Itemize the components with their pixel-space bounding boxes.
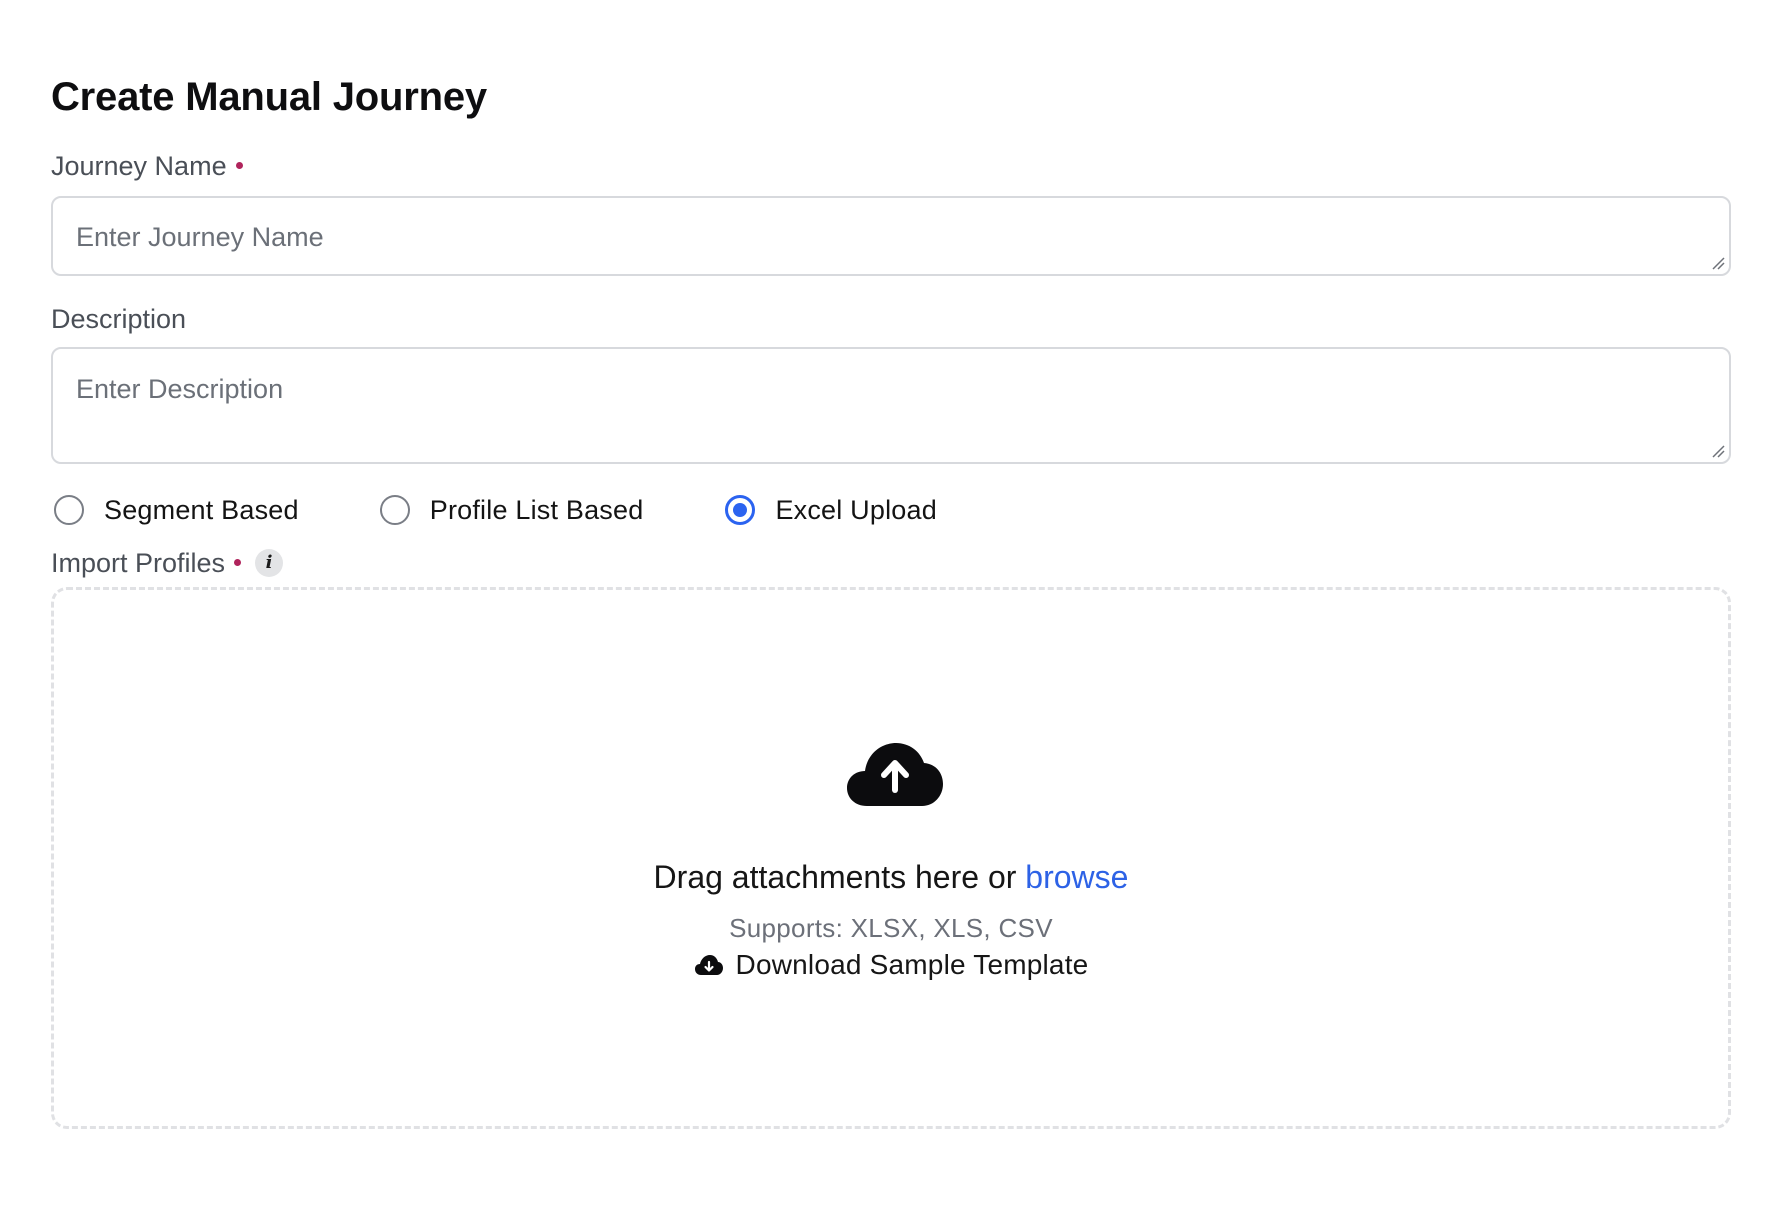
supported-formats-text: Supports: XLSX, XLS, CSV: [729, 913, 1053, 943]
cloud-download-icon: [694, 955, 723, 975]
journey-name-label-text: Journey Name: [51, 151, 227, 181]
import-profiles-label-text: Import Profiles: [51, 548, 226, 578]
download-sample-template-link[interactable]: Download Sample Template: [54, 949, 1728, 981]
import-profiles-label: Import Profiles i: [51, 547, 1733, 579]
drag-text: Drag attachments here or: [653, 859, 1026, 895]
description-placeholder: Enter Description: [76, 374, 284, 404]
radio-excel-upload[interactable]: Excel Upload: [725, 494, 937, 526]
resize-handle-icon[interactable]: [1711, 444, 1725, 458]
radio-segment-based[interactable]: Segment Based: [54, 494, 299, 526]
download-template-text: Download Sample Template: [735, 949, 1089, 980]
description-input[interactable]: Enter Description: [51, 347, 1731, 464]
resize-handle-icon[interactable]: [1711, 256, 1725, 270]
info-icon[interactable]: i: [255, 549, 284, 577]
journey-name-input[interactable]: Enter Journey Name: [51, 196, 1731, 276]
radio-label: Profile List Based: [429, 495, 644, 525]
create-journey-page: Create Manual Journey Journey Name Enter…: [0, 0, 1784, 1208]
radio-button[interactable]: [379, 495, 410, 525]
radio-label: Segment Based: [104, 495, 299, 525]
required-indicator: [234, 558, 242, 566]
description-label-text: Description: [51, 304, 187, 334]
journey-name-label: Journey Name: [51, 150, 1733, 182]
drag-instructions: Drag attachments here or browse: [54, 858, 1728, 896]
journey-name-placeholder: Enter Journey Name: [76, 222, 324, 252]
page-title: Create Manual Journey: [51, 75, 487, 119]
cloud-upload-icon: [847, 743, 943, 806]
description-label: Description: [51, 303, 1733, 335]
required-indicator: [235, 161, 243, 169]
file-dropzone[interactable]: Drag attachments here or browse Supports…: [51, 587, 1731, 1129]
browse-link[interactable]: browse: [1025, 859, 1128, 895]
journey-source-radio-group: Segment Based Profile List Based Excel U…: [51, 491, 1733, 529]
radio-profile-list-based[interactable]: Profile List Based: [379, 494, 644, 526]
radio-button-selected[interactable]: [725, 495, 756, 525]
radio-label: Excel Upload: [775, 495, 937, 525]
radio-button[interactable]: [54, 495, 84, 525]
